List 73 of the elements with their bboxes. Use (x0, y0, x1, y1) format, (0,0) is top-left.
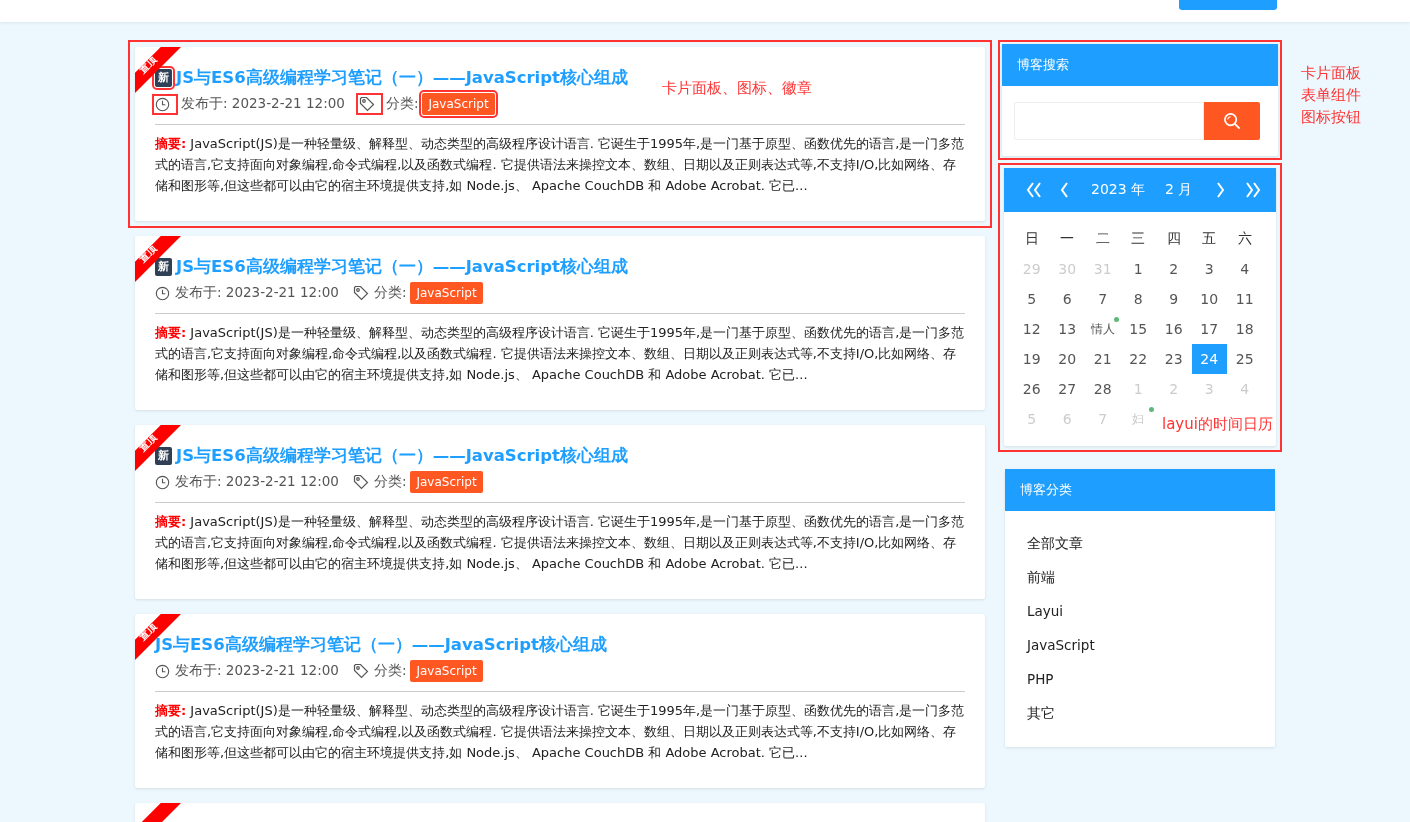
category-link[interactable]: PHP (1027, 669, 1253, 689)
category-label: 分类: (373, 473, 407, 491)
panel-header: 博客分类 (1005, 469, 1275, 511)
category-link[interactable]: JavaScript (1027, 635, 1253, 655)
calendar-day[interactable]: 22 (1120, 344, 1156, 374)
search-button[interactable] (1204, 102, 1260, 140)
post-date: 发布于: 2023-2-21 12:00 (175, 473, 339, 491)
calendar-day[interactable]: 19 (1014, 344, 1050, 374)
calendar-day[interactable]: 23 (1156, 344, 1192, 374)
calendar-day[interactable]: 情人 (1085, 314, 1121, 344)
calendar-day[interactable]: 9 (1156, 284, 1192, 314)
tag-icon (352, 474, 369, 490)
weekday-label: 日 (1023, 229, 1040, 248)
post-summary: 摘要: JavaScript(JS)是一种轻量级、解释型、动态类型的高级程序设计语言. 它诞生于1995年,是一门基于原型、函数优先的语言,是一门多范式的语言,它支持面向对象编程,命令式编程,以及函数式编程. 它提供语法来操控文本、数组、日期以及正则表达式等,不支持I/O,比如网络、存储和图形等,但这些都可以由它的宿主环境提供支持,如 Node.js、 Apache CouchDB 和 Adobe Acrobat. 它已... (155, 324, 965, 384)
weekday-label: 二 (1094, 229, 1111, 248)
calendar-day[interactable]: 5 (1014, 284, 1050, 314)
clock-icon (155, 96, 170, 112)
category-link[interactable]: 前端 (1027, 567, 1253, 587)
calendar-day[interactable]: 10 (1191, 284, 1227, 314)
category-label: 分类: (373, 284, 407, 302)
new-badge: 新 (155, 258, 172, 276)
tag-icon (352, 663, 369, 679)
calendar-day[interactable]: 8 (1120, 284, 1156, 314)
calendar-day[interactable]: 12 (1014, 314, 1050, 344)
post-summary: 摘要: JavaScript(JS)是一种轻量级、解释型、动态类型的高级程序设计语言. 它诞生于1995年,是一门基于原型、函数优先的语言,是一门多范式的语言,它支持面向对象编程,命令式编程,以及函数式编程. 它提供语法来操控文本、数组、日期以及正则表达式等,不支持I/O,比如网络、存储和图形等,但这些都可以由它的宿主环境提供支持,如 Node.js、 Apache CouchDB 和 Adobe Acrobat. 它已... (155, 513, 965, 573)
tag-icon (358, 96, 375, 112)
annotation-label: layui的时间日历 (1162, 415, 1273, 434)
calendar-day[interactable]: 13 (1049, 314, 1085, 344)
clock-icon (155, 474, 170, 490)
weekday-label: 五 (1201, 229, 1218, 248)
tag-icon (352, 285, 369, 301)
calendar-day[interactable]: 25 (1227, 344, 1263, 374)
weekday-label: 一 (1059, 229, 1076, 248)
clock-icon (155, 663, 170, 679)
calendar-day[interactable]: 15 (1120, 314, 1156, 344)
post-summary: 摘要: JavaScript(JS)是一种轻量级、解释型、动态类型的高级程序设计语言. 它诞生于1995年,是一门基于原型、函数优先的语言,是一门多范式的语言,它支持面向对象编程,命令式编程,以及函数式编程. 它提供语法来操控文本、数组、日期以及正则表达式等,不支持I/O,比如网络、存储和图形等,但这些都可以由它的宿主环境提供支持,如 Node.js、 Apache CouchDB 和 Adobe Acrobat. 它已... (155, 702, 965, 762)
category-link[interactable]: 其它 (1027, 703, 1253, 723)
category-label: 分类: (385, 95, 419, 113)
weekday-label: 四 (1165, 229, 1182, 248)
search-icon (1222, 111, 1242, 131)
post-date: 发布于: 2023-2-21 12:00 (181, 95, 345, 113)
post-date: 发布于: 2023-2-21 12:00 (175, 662, 339, 680)
category-label: 分类: (373, 662, 407, 680)
calendar-day[interactable]: 1 (1120, 254, 1156, 284)
annotation-label: 图标按钮 (1301, 107, 1361, 128)
annotation-label: 卡片面板、图标、徽章 (662, 79, 812, 98)
new-badge: 新 (155, 447, 172, 465)
calendar-day[interactable]: 4 (1227, 254, 1263, 284)
new-badge: 新 (155, 69, 172, 87)
calendar-day[interactable]: 17 (1191, 314, 1227, 344)
calendar-day[interactable]: 21 (1085, 344, 1121, 374)
search-field[interactable] (1014, 102, 1204, 140)
calendar-day[interactable]: 27 (1049, 374, 1085, 404)
clock-icon (155, 285, 170, 301)
post-date: 发布于: 2023-2-21 12:00 (175, 284, 339, 302)
calendar-day[interactable]: 7 (1085, 284, 1121, 314)
weekday-label: 三 (1130, 229, 1147, 248)
panel-header: 博客搜索 (1002, 44, 1278, 86)
annotation-label: 卡片面板 (1301, 63, 1361, 84)
weekday-label: 六 (1236, 229, 1253, 248)
calendar-day[interactable]: 6 (1049, 284, 1085, 314)
calendar-day[interactable]: 11 (1227, 284, 1263, 314)
annotation-label: 表单组件 (1301, 85, 1361, 106)
post-summary: 摘要: JavaScript(JS)是一种轻量级、解释型、动态类型的高级程序设计语言. 它诞生于1995年,是一门基于原型、函数优先的语言,是一门多范式的语言,它支持面向对象编程,命令式编程,以及函数式编程. 它提供语法来操控文本、数组、日期以及正则表达式等,不支持I/O,比如网络、存储和图形等,但这些都可以由它的宿主环境提供支持,如 Node.js、 Apache CouchDB 和 Adobe Acrobat. 它已... (155, 135, 965, 195)
calendar-day[interactable]: 20 (1049, 344, 1085, 374)
category-link[interactable]: 全部文章 (1027, 533, 1253, 553)
calendar-day[interactable]: 28 (1085, 374, 1121, 404)
calendar-day[interactable]: 3 (1191, 254, 1227, 284)
category-link[interactable]: Layui (1027, 601, 1253, 621)
calendar-day[interactable]: 2 (1156, 254, 1192, 284)
calendar-day[interactable]: 26 (1014, 374, 1050, 404)
calendar-day[interactable]: 18 (1227, 314, 1263, 344)
calendar-day[interactable]: 16 (1156, 314, 1192, 344)
